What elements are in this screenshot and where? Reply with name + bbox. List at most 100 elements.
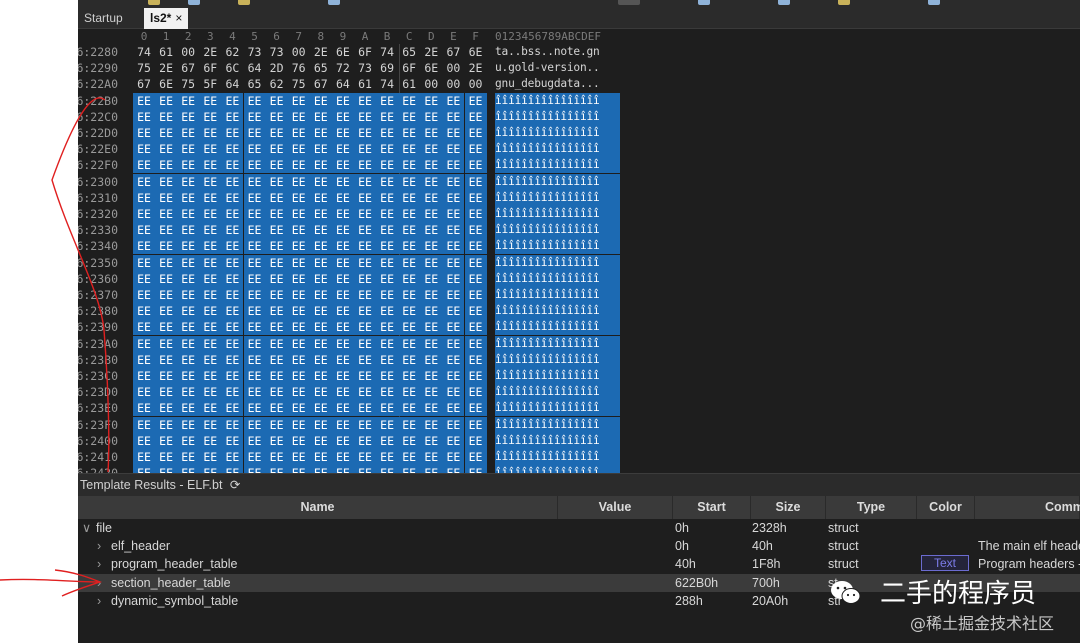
hex-byte[interactable]: EE xyxy=(442,173,465,190)
hex-byte[interactable]: EE xyxy=(265,335,288,352)
ascii-text[interactable]: u.gold-version.. xyxy=(495,60,620,76)
hex-byte[interactable]: EE xyxy=(398,141,421,158)
hex-byte[interactable]: 62 xyxy=(266,76,288,92)
hex-byte[interactable]: EE xyxy=(243,335,266,352)
hex-byte[interactable]: EE xyxy=(155,108,178,125)
ascii-text[interactable]: îîîîîîîîîîîîîîîî xyxy=(495,400,620,417)
hex-byte[interactable]: EE xyxy=(354,157,376,174)
ascii-text[interactable]: îîîîîîîîîîîîîîîî xyxy=(495,92,620,109)
hex-byte[interactable]: EE xyxy=(155,416,178,433)
hex-byte[interactable]: EE xyxy=(354,416,376,433)
hex-byte[interactable]: EE xyxy=(133,173,155,190)
hex-byte[interactable]: EE xyxy=(398,416,421,433)
hex-byte[interactable]: EE xyxy=(265,157,288,174)
hex-byte[interactable]: EE xyxy=(177,141,200,158)
hex-byte[interactable]: 69 xyxy=(376,60,398,76)
hex-byte[interactable]: EE xyxy=(287,157,310,174)
hex-byte[interactable]: EE xyxy=(177,173,200,190)
ascii-text[interactable]: ta..bss..note.gn xyxy=(495,44,620,60)
hex-byte[interactable]: EE xyxy=(398,465,421,473)
hex-byte[interactable]: EE xyxy=(133,368,155,384)
hex-byte[interactable]: EE xyxy=(287,449,310,465)
hex-byte[interactable]: EE xyxy=(398,351,421,368)
hex-byte[interactable]: EE xyxy=(199,384,222,401)
hex-byte[interactable]: EE xyxy=(420,125,443,141)
hex-byte[interactable]: EE xyxy=(376,303,399,320)
hex-byte[interactable]: EE xyxy=(354,238,376,255)
hex-byte[interactable]: EE xyxy=(177,432,200,449)
hex-byte[interactable]: EE xyxy=(177,189,200,206)
chevron-right-icon[interactable]: › xyxy=(97,537,101,555)
hex-byte[interactable]: EE xyxy=(243,465,266,473)
hex-byte[interactable]: EE xyxy=(265,400,288,417)
hex-byte[interactable]: EE xyxy=(287,206,310,222)
hex-byte[interactable]: 6E xyxy=(420,60,442,76)
hex-byte[interactable]: EE xyxy=(133,432,155,449)
hex-byte[interactable]: EE xyxy=(287,303,310,320)
hex-byte[interactable]: EE xyxy=(398,254,421,271)
hex-byte[interactable]: 74 xyxy=(376,76,398,92)
hex-byte[interactable]: EE xyxy=(243,141,266,158)
hex-byte[interactable]: EE xyxy=(309,465,332,473)
hex-byte[interactable]: EE xyxy=(464,125,487,141)
hex-byte[interactable]: EE xyxy=(309,254,332,271)
hex-byte[interactable]: EE xyxy=(265,92,288,109)
hex-byte[interactable]: EE xyxy=(309,125,332,141)
hex-byte[interactable]: EE xyxy=(464,141,487,158)
hex-byte[interactable]: EE xyxy=(221,368,244,384)
close-icon[interactable]: × xyxy=(175,11,182,25)
hex-byte[interactable]: EE xyxy=(265,125,288,141)
hex-byte[interactable]: EE xyxy=(243,319,266,336)
hex-byte[interactable]: 2E xyxy=(310,44,332,60)
hex-byte[interactable]: 67 xyxy=(133,76,155,92)
hex-byte[interactable]: 00 xyxy=(442,76,464,92)
hex-byte[interactable]: EE xyxy=(243,303,266,320)
hex-byte[interactable]: EE xyxy=(155,125,178,141)
hex-byte[interactable]: EE xyxy=(287,384,310,401)
hex-byte[interactable]: EE xyxy=(376,432,399,449)
hex-byte[interactable]: EE xyxy=(265,287,288,303)
hex-byte[interactable]: EE xyxy=(221,416,244,433)
hex-byte[interactable]: EE xyxy=(376,287,399,303)
hex-byte[interactable]: 65 xyxy=(398,44,420,60)
hex-byte[interactable]: EE xyxy=(221,400,244,417)
hex-byte[interactable]: EE xyxy=(221,222,244,239)
hex-byte[interactable]: EE xyxy=(155,141,178,158)
hex-byte[interactable]: EE xyxy=(464,384,487,401)
hex-byte[interactable]: EE xyxy=(442,238,465,255)
hex-byte[interactable]: EE xyxy=(221,141,244,158)
hex-byte[interactable]: EE xyxy=(287,238,310,255)
hex-byte[interactable]: EE xyxy=(354,303,376,320)
hex-byte[interactable]: EE xyxy=(221,238,244,255)
column-header-comm[interactable]: Comm xyxy=(975,496,1080,519)
hex-byte[interactable]: EE xyxy=(199,92,222,109)
hex-byte[interactable]: EE xyxy=(420,254,443,271)
hex-byte[interactable]: EE xyxy=(177,400,200,417)
hex-byte[interactable]: EE xyxy=(199,416,222,433)
hex-byte[interactable]: EE xyxy=(265,432,288,449)
hex-byte[interactable]: EE xyxy=(155,400,178,417)
hex-byte[interactable]: EE xyxy=(442,384,465,401)
hex-byte[interactable]: EE xyxy=(398,173,421,190)
hex-byte[interactable]: EE xyxy=(398,319,421,336)
hex-byte[interactable]: EE xyxy=(287,189,310,206)
column-header-size[interactable]: Size xyxy=(751,496,826,519)
hex-byte[interactable]: EE xyxy=(199,108,222,125)
hex-byte[interactable]: EE xyxy=(309,319,332,336)
hex-byte[interactable]: EE xyxy=(464,319,487,336)
hex-byte[interactable]: EE xyxy=(398,400,421,417)
toolbar-icon[interactable] xyxy=(928,0,940,5)
hex-byte[interactable]: EE xyxy=(442,432,465,449)
hex-byte[interactable]: EE xyxy=(309,222,332,239)
hex-byte[interactable]: EE xyxy=(464,335,487,352)
hex-byte[interactable]: EE xyxy=(221,206,244,222)
toolbar-icon[interactable] xyxy=(148,0,160,5)
hex-byte[interactable]: EE xyxy=(331,400,354,417)
hex-byte[interactable]: EE xyxy=(354,189,376,206)
hex-byte[interactable]: EE xyxy=(354,92,376,109)
ascii-text[interactable]: îîîîîîîîîîîîîîîî xyxy=(495,303,620,320)
ascii-text[interactable]: îîîîîîîîîîîîîîîî xyxy=(495,335,620,352)
chevron-right-icon[interactable]: › xyxy=(97,574,101,592)
hex-byte[interactable]: EE xyxy=(199,157,222,174)
hex-byte[interactable]: EE xyxy=(287,351,310,368)
